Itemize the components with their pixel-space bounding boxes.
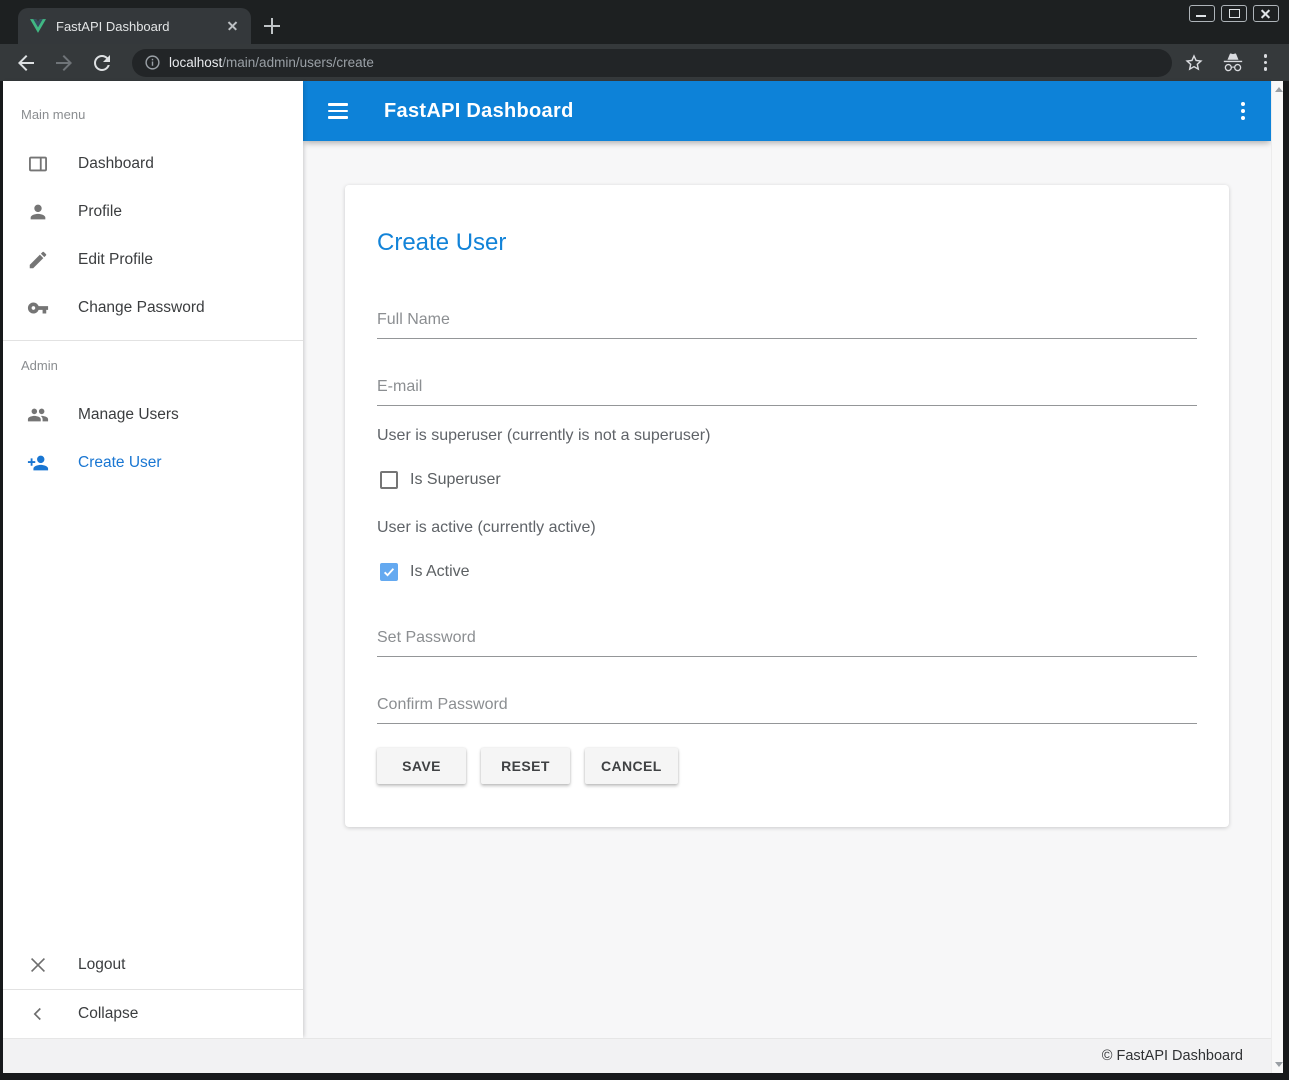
pencil-icon: [27, 249, 49, 271]
sidebar-item-label: Dashboard: [78, 155, 154, 173]
back-icon[interactable]: [14, 51, 38, 75]
person-icon: [27, 201, 49, 223]
copyright-text: © FastAPI Dashboard: [1102, 1048, 1243, 1064]
sidebar-item-manage-users[interactable]: Manage Users: [3, 391, 303, 439]
site-info-icon[interactable]: [144, 54, 161, 71]
logout-x-icon: [27, 954, 49, 976]
sidebar-item-label: Change Password: [78, 299, 205, 317]
browser-menu-icon[interactable]: [1262, 52, 1270, 73]
cancel-button[interactable]: CANCEL: [585, 748, 678, 784]
sidebar-section-admin: Admin: [21, 358, 303, 373]
sidebar-item-edit-profile[interactable]: Edit Profile: [3, 236, 303, 284]
email-input[interactable]: [377, 378, 1197, 396]
window-minimize-button[interactable]: [1189, 5, 1215, 22]
sidebar-item-dashboard[interactable]: Dashboard: [3, 140, 303, 188]
is-active-checkbox[interactable]: [380, 563, 398, 581]
sidebar-item-label: Manage Users: [78, 406, 179, 424]
sidebar-item-logout[interactable]: Logout: [3, 941, 303, 989]
browser-tab[interactable]: FastAPI Dashboard: [18, 8, 251, 44]
new-tab-button[interactable]: [263, 17, 281, 35]
page-scrollbar[interactable]: [1271, 81, 1283, 1073]
sidebar-item-label: Logout: [78, 956, 125, 974]
full-name-input[interactable]: [377, 311, 1197, 329]
reload-icon[interactable]: [90, 51, 114, 75]
page-title: Create User: [377, 229, 1197, 257]
scrollbar-down-arrow-icon[interactable]: [1275, 1062, 1283, 1067]
full-name-field-wrap: [377, 311, 1197, 339]
active-hint: User is active (currently active): [377, 519, 1197, 539]
forward-icon[interactable]: [52, 51, 76, 75]
sidebar-item-collapse[interactable]: Collapse: [3, 990, 303, 1038]
browser-tab-strip: FastAPI Dashboard: [0, 0, 1289, 44]
confirm-password-input[interactable]: [377, 696, 1197, 714]
set-password-field-wrap: [377, 629, 1197, 657]
sidebar-item-change-password[interactable]: Change Password: [3, 284, 303, 332]
is-active-checkbox-row[interactable]: Is Active: [377, 561, 1197, 583]
sidebar-spacer: [3, 487, 303, 941]
main-content: Create User User is superuser (currently…: [303, 141, 1271, 1038]
url-bar[interactable]: localhost/main/admin/users/create: [132, 49, 1172, 77]
window-controls: [1189, 5, 1279, 22]
incognito-icon: [1222, 52, 1244, 74]
sidebar-divider: [3, 340, 303, 341]
save-button[interactable]: SAVE: [377, 748, 466, 784]
sidebar: Main menu Dashboard Profile Edit Profile: [3, 81, 303, 1038]
appbar-menu-icon[interactable]: [1239, 100, 1247, 122]
window-maximize-button[interactable]: [1221, 5, 1247, 22]
sidebar-section-main-menu: Main menu: [21, 107, 303, 122]
email-field-wrap: [377, 378, 1197, 406]
bookmark-star-icon[interactable]: [1184, 53, 1204, 73]
page: Main menu Dashboard Profile Edit Profile: [3, 81, 1283, 1073]
create-user-card: Create User User is superuser (currently…: [345, 185, 1229, 827]
chevron-left-icon: [27, 1003, 49, 1025]
group-icon: [27, 404, 49, 426]
scrollbar-up-arrow-icon[interactable]: [1275, 87, 1283, 92]
sidebar-item-create-user[interactable]: Create User: [3, 439, 303, 487]
url-path: /main/admin/users/create: [222, 55, 374, 70]
checkbox-label: Is Superuser: [410, 471, 501, 489]
confirm-password-field-wrap: [377, 696, 1197, 724]
key-icon: [27, 297, 49, 319]
hamburger-menu-icon[interactable]: [328, 103, 348, 118]
sidebar-item-label: Create User: [78, 454, 162, 472]
superuser-hint: User is superuser (currently is not a su…: [377, 427, 1197, 447]
checkbox-label: Is Active: [410, 563, 470, 581]
sidebar-item-label: Collapse: [78, 1005, 138, 1023]
vue-logo-icon: [30, 19, 46, 33]
sidebar-item-label: Edit Profile: [78, 251, 153, 269]
is-superuser-checkbox-row[interactable]: Is Superuser: [377, 469, 1197, 491]
is-superuser-checkbox[interactable]: [380, 471, 398, 489]
window-close-button[interactable]: [1253, 5, 1279, 22]
set-password-input[interactable]: [377, 629, 1197, 647]
form-buttons: SAVE RESET CANCEL: [377, 748, 1197, 784]
page-footer: © FastAPI Dashboard: [3, 1038, 1271, 1073]
toolbar-right-icons: [1184, 52, 1270, 74]
tab-title: FastAPI Dashboard: [56, 19, 225, 34]
tab-close-icon[interactable]: [225, 18, 241, 34]
dashboard-icon: [27, 153, 49, 175]
url-host: localhost: [169, 55, 222, 70]
app-bar: FastAPI Dashboard: [303, 81, 1271, 141]
browser-toolbar: localhost/main/admin/users/create: [0, 44, 1289, 81]
sidebar-item-profile[interactable]: Profile: [3, 188, 303, 236]
app-title: FastAPI Dashboard: [384, 100, 1239, 123]
reset-button[interactable]: RESET: [481, 748, 570, 784]
person-add-icon: [27, 452, 49, 474]
sidebar-item-label: Profile: [78, 203, 122, 221]
